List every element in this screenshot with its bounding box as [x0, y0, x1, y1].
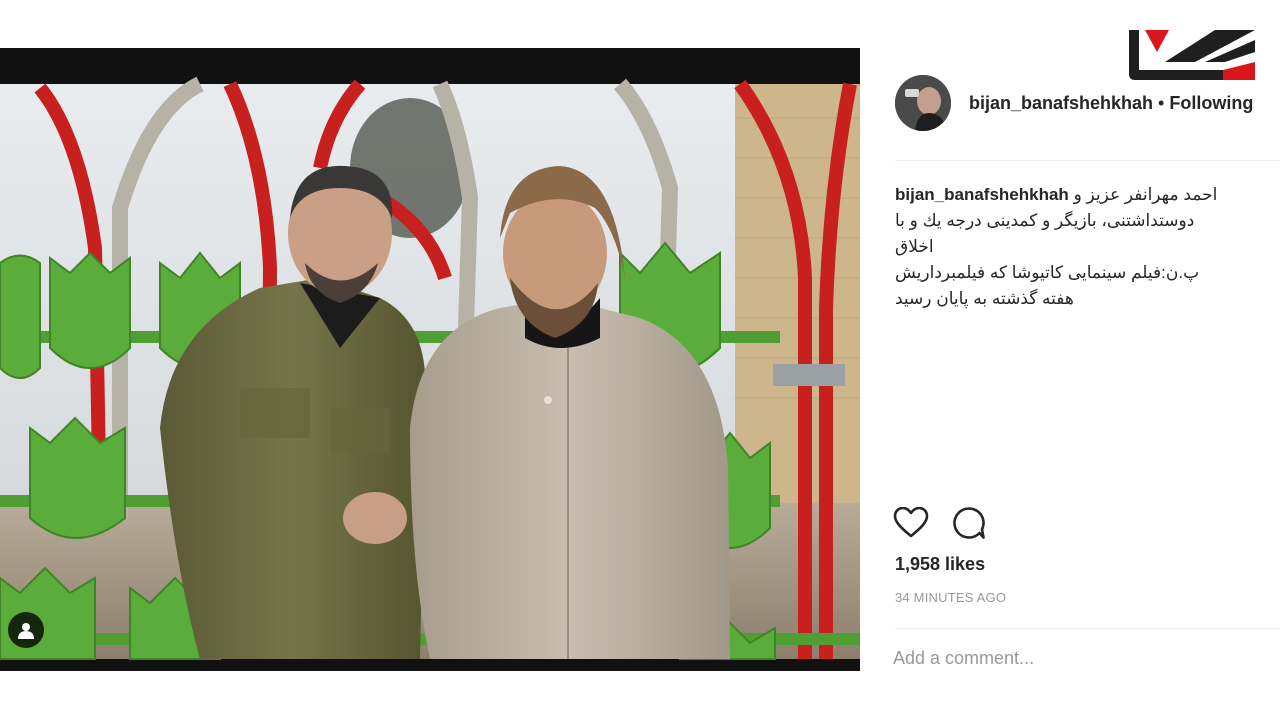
- post-photo-image: [0, 48, 860, 671]
- comment-divider: [895, 628, 1280, 629]
- comment-button[interactable]: [951, 505, 987, 541]
- post-caption: احمد مهرانفر عزیز و bijan_banafshehkhah …: [895, 182, 1260, 312]
- caption-line-5: هفته گذشته به پایان رسید: [895, 289, 1074, 308]
- post-actions: [893, 505, 987, 541]
- header-divider: [895, 160, 1280, 161]
- post-header: bijan_banafshehkhah • Following: [895, 74, 1280, 132]
- caption-line-4: پ.ن:فیلم سینمایی کاتیوشا که فیلمبرداریش: [895, 263, 1200, 282]
- heart-icon: [893, 507, 929, 538]
- caption-line-1: احمد مهرانفر عزیز و bijan_banafshehkhah: [895, 182, 1260, 208]
- add-comment-input[interactable]: [893, 644, 1263, 672]
- avatar[interactable]: [895, 75, 951, 131]
- user-tag-icon: [18, 623, 34, 639]
- caption-line-3: اخلاق: [895, 237, 934, 256]
- avatar-image: [895, 75, 951, 131]
- likes-count[interactable]: 1,958 likes: [895, 554, 985, 575]
- separator-dot: •: [1158, 92, 1165, 113]
- post-photo[interactable]: [0, 48, 860, 671]
- following-button[interactable]: Following: [1169, 93, 1253, 113]
- caption-username[interactable]: bijan_banafshehkhah: [895, 185, 1069, 204]
- tag-user-button[interactable]: [8, 612, 44, 648]
- caption-line-2: دوستداشتنی، بازیگر و کمدینی درجه یك و با: [895, 211, 1195, 230]
- like-button[interactable]: [893, 505, 929, 541]
- caption-text-1: احمد مهرانفر عزیز و: [1073, 185, 1218, 204]
- header-username[interactable]: bijan_banafshehkhah: [969, 93, 1153, 113]
- post-timestamp: 34 MINUTES AGO: [895, 590, 1007, 605]
- comment-bubble-icon: [953, 507, 985, 539]
